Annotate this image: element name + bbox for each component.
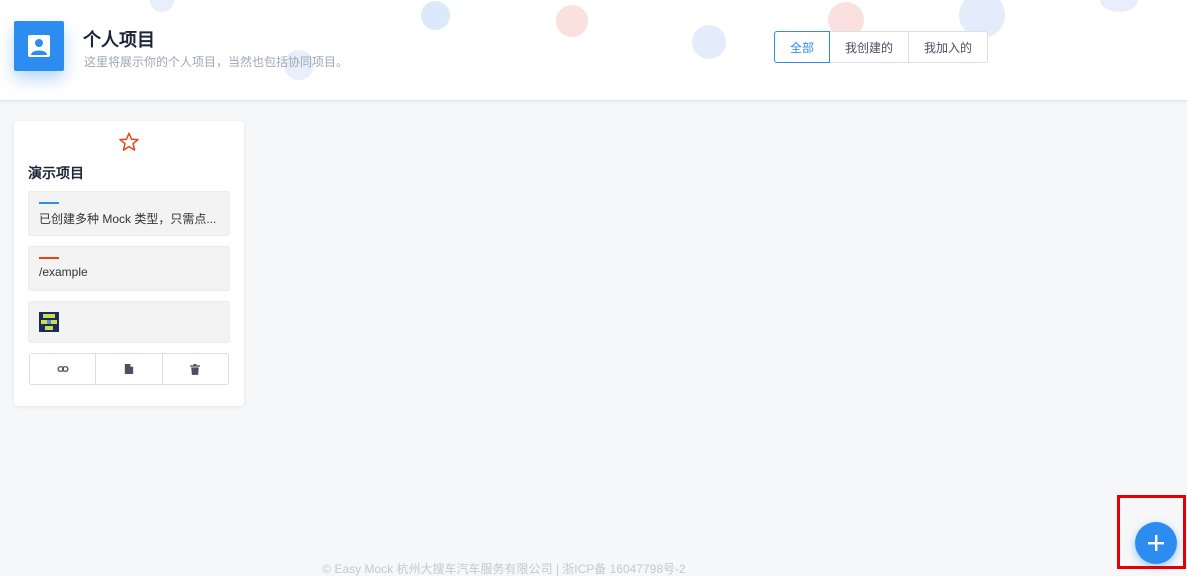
project-description-box: 已创建多种 Mock 类型，只需点... [28, 191, 230, 236]
page-subtitle: 这里将展示你的个人项目，当然也包括协同项目。 [84, 55, 349, 69]
project-filter-group: 全部 我创建的 我加入的 [774, 31, 989, 63]
delete-project-button[interactable] [161, 354, 228, 384]
plus-icon [1148, 535, 1164, 551]
decorative-bubble [421, 1, 450, 30]
pixel-avatar-icon[interactable] [39, 312, 59, 332]
copy-link-button[interactable] [30, 354, 96, 384]
project-description: 已创建多种 Mock 类型，只需点... [39, 212, 217, 226]
url-accent-bar [39, 257, 59, 259]
project-card[interactable]: 演示项目 已创建多种 Mock 类型，只需点... /example [14, 121, 244, 406]
project-url: /example [39, 265, 88, 279]
filter-joined-button[interactable]: 我加入的 [908, 31, 989, 63]
description-accent-bar [39, 202, 59, 204]
project-actions [29, 353, 229, 385]
star-icon[interactable] [118, 131, 140, 153]
footer-copyright: © Easy Mock 杭州大搜车汽车服务有限公司 | 浙ICP备 160477… [322, 562, 686, 576]
user-icon [14, 21, 64, 71]
page-header: 个人项目 这里将展示你的个人项目，当然也包括协同项目。 全部 我创建的 我加入的 [0, 0, 1187, 101]
trash-icon [190, 363, 201, 375]
copy-icon [124, 364, 134, 374]
add-project-button[interactable] [1135, 522, 1177, 564]
project-title: 演示项目 [28, 165, 84, 181]
project-url-box: /example [28, 246, 230, 291]
decorative-bubble [1100, 0, 1138, 12]
clone-project-button[interactable] [95, 354, 162, 384]
page-title: 个人项目 [83, 30, 155, 50]
filter-created-button[interactable]: 我创建的 [829, 31, 910, 63]
project-members-box [28, 301, 230, 343]
decorative-bubble [556, 5, 588, 37]
decorative-bubble [692, 25, 726, 59]
decorative-bubble [150, 0, 174, 12]
link-icon [57, 366, 69, 372]
filter-all-button[interactable]: 全部 [774, 31, 831, 63]
